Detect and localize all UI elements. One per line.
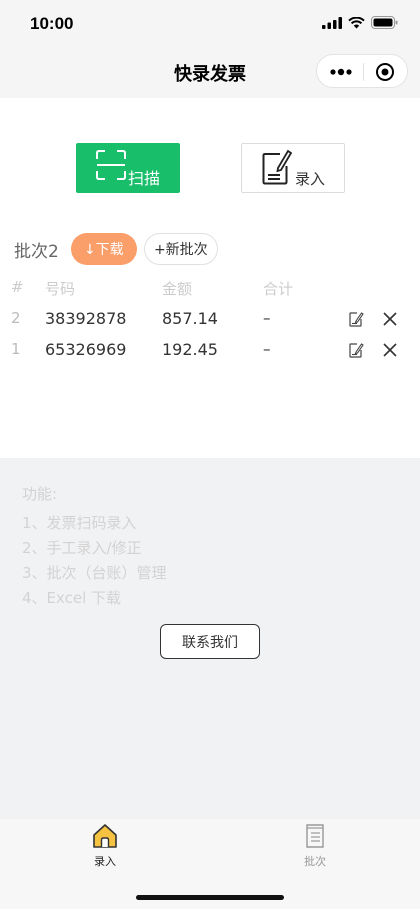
tab-bar: 录入 批次 xyxy=(0,818,420,909)
feature-item: 3、批次（台账）管理 xyxy=(22,564,167,582)
close-target-icon[interactable] xyxy=(375,62,395,82)
batch-name: 批次2 xyxy=(14,241,59,262)
feature-title: 功能: xyxy=(22,485,58,503)
status-time: 10:00 xyxy=(30,14,74,33)
feature-item: 4、Excel 下载 xyxy=(22,589,122,607)
row-total: – xyxy=(263,340,271,358)
nav-bar: 快录发票 xyxy=(0,50,420,98)
delete-row-icon[interactable] xyxy=(382,342,398,358)
more-icon[interactable] xyxy=(329,64,353,80)
header-number: 号码 xyxy=(45,280,76,298)
header-amount: 金额 xyxy=(162,280,193,298)
feature-info-panel: 功能: 1、发票扫码录入 2、手工录入/修正 3、批次（台账）管理 4、Exce… xyxy=(0,458,420,818)
tab-batch[interactable]: 批次 xyxy=(285,823,345,869)
edit-row-icon[interactable] xyxy=(348,311,364,327)
wifi-icon xyxy=(348,16,365,28)
miniprogram-capsule xyxy=(316,54,408,88)
header-total: 合计 xyxy=(263,280,294,298)
contact-us-button[interactable]: 联系我们 xyxy=(160,624,260,659)
capsule-divider xyxy=(363,63,364,81)
edit-document-icon xyxy=(262,149,292,185)
tab-input-label: 录入 xyxy=(94,855,116,868)
row-amount: 857.14 xyxy=(162,309,218,328)
table-row: 2 38392878 857.14 – xyxy=(0,309,420,335)
download-button[interactable]: ↓下载 xyxy=(70,233,137,265)
row-amount: 192.45 xyxy=(162,340,218,359)
delete-row-icon[interactable] xyxy=(382,311,398,327)
row-number: 65326969 xyxy=(45,340,127,359)
manual-input-button[interactable]: 录入 xyxy=(241,143,345,193)
scan-icon xyxy=(96,150,126,180)
scan-button[interactable]: 扫描 xyxy=(76,143,180,193)
table-header: # 号码 金额 合计 xyxy=(0,278,420,304)
row-index: 1 xyxy=(11,340,21,358)
table-row: 1 65326969 192.45 – xyxy=(0,340,420,366)
row-index: 2 xyxy=(11,309,21,327)
edit-row-icon[interactable] xyxy=(348,342,364,358)
battery-icon xyxy=(371,16,398,29)
feature-item: 1、发票扫码录入 xyxy=(22,514,137,532)
home-icon xyxy=(93,824,117,848)
feature-item: 2、手工录入/修正 xyxy=(22,539,142,557)
row-total: – xyxy=(263,309,271,327)
status-bar: 10:00 xyxy=(0,0,420,50)
scan-label: 扫描 xyxy=(128,169,161,188)
new-batch-button[interactable]: +新批次 xyxy=(143,233,218,265)
status-icons xyxy=(322,16,398,29)
batch-toolbar: 批次2 ↓下载 +新批次 xyxy=(14,232,218,266)
input-label: 录入 xyxy=(295,170,326,188)
row-number: 38392878 xyxy=(45,309,127,328)
header-index: # xyxy=(11,278,24,296)
home-indicator xyxy=(136,895,284,900)
main-panel: 扫描 录入 批次2 ↓下载 +新批次 # 号码 金额 合计 2 38392878… xyxy=(0,98,420,458)
list-document-icon xyxy=(306,824,324,848)
tab-input[interactable]: 录入 xyxy=(75,823,135,869)
signal-icon xyxy=(322,16,342,29)
tab-batch-label: 批次 xyxy=(304,855,326,868)
